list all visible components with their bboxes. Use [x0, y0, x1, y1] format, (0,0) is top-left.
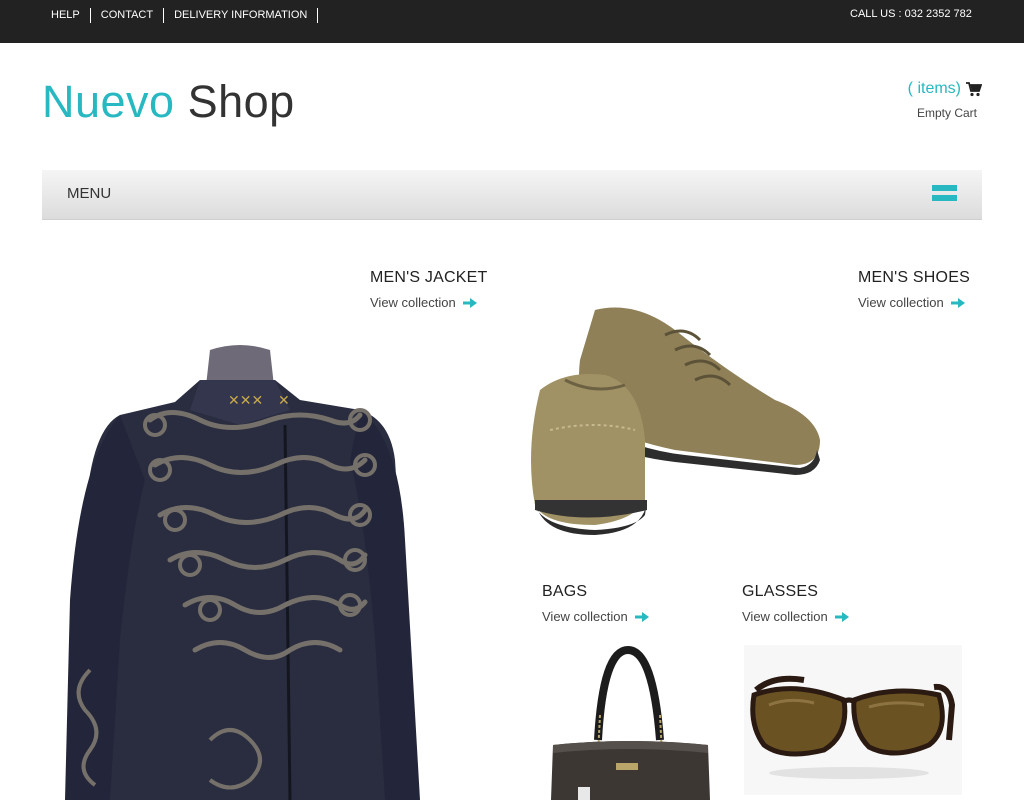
mens-jacket-view-collection-link[interactable]: View collection: [370, 295, 477, 310]
cart-widget: ( items) Empty Cart: [860, 80, 982, 120]
cart-items-count: ( items): [907, 80, 961, 97]
hamburger-icon[interactable]: [932, 185, 957, 203]
cart-link[interactable]: ( items): [908, 80, 982, 98]
contact-link[interactable]: CONTACT: [91, 8, 165, 23]
view-collection-label: View collection: [742, 609, 828, 624]
sunglasses-image[interactable]: [744, 645, 962, 795]
svg-text:✕✕✕: ✕✕✕: [228, 393, 263, 409]
view-collection-label: View collection: [542, 609, 628, 624]
cart-icon: [966, 81, 982, 96]
bag-image[interactable]: [548, 645, 713, 800]
arrow-right-icon: [834, 611, 849, 622]
mens-jacket-image[interactable]: ✕✕✕ ✕: [60, 340, 430, 800]
arrow-right-icon: [950, 297, 965, 308]
hamburger-line: [932, 185, 957, 191]
bags-view-collection-link[interactable]: View collection: [542, 609, 649, 624]
mens-shoes-view-collection-link[interactable]: View collection: [858, 295, 965, 310]
logo-part-shop: Shop: [187, 76, 295, 127]
empty-cart-text: Empty Cart: [916, 106, 977, 120]
svg-text:✕: ✕: [278, 393, 290, 409]
help-link[interactable]: HELP: [41, 8, 91, 23]
top-links: HELP CONTACT DELIVERY INFORMATION: [41, 8, 319, 23]
mens-shoes-image[interactable]: [525, 300, 825, 540]
hamburger-line: [932, 195, 957, 201]
view-collection-label: View collection: [858, 295, 944, 310]
top-bar: HELP CONTACT DELIVERY INFORMATION CALL U…: [0, 0, 1024, 43]
arrow-right-icon: [634, 611, 649, 622]
call-us-text: CALL US : 032 2352 782: [850, 8, 972, 20]
delivery-information-link[interactable]: DELIVERY INFORMATION: [164, 8, 319, 23]
arrow-right-icon: [462, 297, 477, 308]
mens-jacket-title: MEN'S JACKET: [370, 269, 488, 286]
glasses-title: GLASSES: [742, 583, 819, 600]
logo-part-nuevo: Nuevo: [42, 76, 175, 127]
glasses-view-collection-link[interactable]: View collection: [742, 609, 849, 624]
site-logo[interactable]: Nuevo Shop: [42, 76, 295, 128]
menu-bar: MENU: [42, 170, 982, 220]
view-collection-label: View collection: [370, 295, 456, 310]
menu-label: MENU: [67, 185, 112, 202]
mens-shoes-title: MEN'S SHOES: [858, 269, 970, 286]
bags-title: BAGS: [542, 583, 588, 600]
